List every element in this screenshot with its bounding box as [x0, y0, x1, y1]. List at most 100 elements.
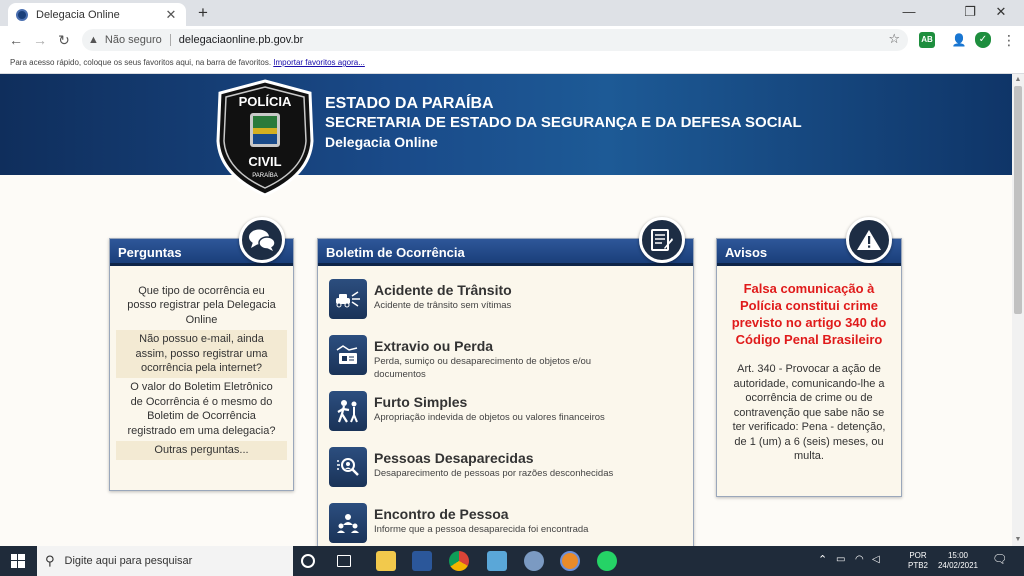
report-type-title[interactable]: Extravio ou Perda [374, 337, 624, 355]
question-item[interactable]: Que tipo de ocorrência eu posso registra… [116, 282, 287, 330]
report-type-desaparecidas[interactable]: Pessoas Desaparecidas Desaparecimento de… [329, 447, 693, 503]
perguntas-panel: Perguntas Que tipo de ocorrência eu poss… [109, 217, 294, 491]
scroll-thumb[interactable] [1014, 86, 1022, 314]
keyboard-layout: PTB2 [907, 561, 928, 570]
page-scrollbar[interactable]: ▲ ▼ [1012, 74, 1024, 546]
warning-icon[interactable]: ▲ [88, 34, 99, 46]
taskbar-search-placeholder[interactable]: Digite aqui para pesquisar [65, 555, 193, 567]
bookmarks-hint: Para acesso rápido, coloque os seus favo… [10, 58, 272, 67]
avisos-body: Falsa comunicação à Polícia constitui cr… [717, 266, 901, 464]
notifications-icon[interactable]: 🗨 [992, 553, 1007, 565]
badge-top-text: POLÍCIA [239, 94, 292, 109]
false-report-alert: Falsa comunicação à Polícia constitui cr… [731, 281, 887, 347]
close-tab-icon[interactable]: ✕ [164, 7, 178, 23]
article-340-text: Art. 340 - Provocar a ação de autoridade… [732, 363, 886, 462]
clock-time: 15:00 [947, 551, 969, 560]
tray-expand-icon[interactable]: ⌃ [818, 555, 827, 566]
clock-date: 24/02/2021 [937, 561, 979, 570]
warning-triangle-icon [846, 217, 892, 263]
report-type-description: Acidente de trânsito sem vítimas [374, 300, 512, 311]
network-icon[interactable]: ▭ [836, 555, 845, 565]
extension-ab-icon[interactable]: AB [919, 32, 935, 48]
language-indicator[interactable]: POR PTB2 [905, 551, 931, 571]
header-state: ESTADO DA PARAÍBA [325, 95, 494, 112]
start-button[interactable] [0, 546, 36, 576]
more-questions-link[interactable]: Outras perguntas... [116, 441, 287, 461]
menu-kebab-icon[interactable]: ⋮ [1000, 31, 1018, 49]
whatsapp-icon[interactable] [597, 551, 617, 571]
forward-button[interactable]: → [31, 31, 49, 49]
header-titles: ESTADO DA PARAÍBA SECRETARIA DE ESTADO D… [325, 94, 802, 152]
boletim-panel: Boletim de Ocorrência Acidente de Trânsi… [317, 217, 694, 546]
report-types-list: Acidente de Trânsito Acidente de trânsit… [318, 266, 693, 546]
missing-person-icon [329, 447, 367, 487]
browser-tab[interactable]: Delegacia Online ✕ [8, 3, 186, 26]
report-type-acidente[interactable]: Acidente de Trânsito Acidente de trânsit… [329, 279, 693, 335]
report-type-encontro[interactable]: Encontro de Pessoa Informe que a pessoa … [329, 503, 693, 546]
lost-documents-icon [329, 335, 367, 375]
windows-taskbar: ⚲ Digite aqui para pesquisar ⌃ ▭ ◠ ◁ POR… [0, 546, 1024, 576]
chrome-icon[interactable] [449, 551, 469, 571]
windows-logo-icon [11, 554, 25, 568]
badge-state-text: PARAÍBA [252, 172, 278, 179]
tab-strip: Delegacia Online ✕ + — ❐ ✕ [0, 0, 1024, 26]
policia-civil-badge-logo[interactable]: POLÍCIA CIVIL PARAÍBA [214, 79, 316, 197]
questions-list: Que tipo de ocorrência eu posso registra… [110, 266, 293, 461]
clock[interactable]: 15:00 24/02/2021 [934, 551, 982, 571]
profile-icon[interactable]: 👤 [951, 32, 967, 48]
browser-app-icon[interactable] [560, 551, 580, 571]
notes-app-icon[interactable] [487, 551, 507, 571]
browser-toolbar: ← → ↻ ▲ Não seguro delegaciaonline.pb.go… [0, 26, 1024, 54]
report-type-furto[interactable]: Furto Simples Apropriação indevida de ob… [329, 391, 693, 447]
language-code: POR [909, 551, 927, 560]
volume-icon[interactable]: ◁ [872, 555, 880, 565]
minimize-button[interactable]: — [886, 0, 932, 24]
shield-extension-icon[interactable]: ✓ [975, 32, 991, 48]
word-icon[interactable] [412, 551, 432, 571]
new-tab-button[interactable]: + [193, 3, 213, 23]
question-item[interactable]: Não possuo e-mail, ainda assim, posso re… [116, 330, 287, 379]
site-favicon-icon [16, 8, 28, 21]
paint-app-icon[interactable] [524, 551, 544, 571]
search-icon: ⚲ [45, 553, 55, 568]
report-type-description: Desaparecimento de pessoas por razões de… [374, 468, 614, 479]
bookmarks-bar: Para acesso rápido, coloque os seus favo… [0, 54, 1024, 74]
report-type-description: Informe que a pessoa desaparecida foi en… [374, 524, 589, 535]
boletim-title: Boletim de Ocorrência [318, 239, 693, 266]
header-portal-name: Delegacia Online [325, 134, 438, 150]
tab-title: Delegacia Online [36, 8, 120, 21]
car-crash-icon [329, 279, 367, 319]
chat-bubbles-icon [239, 217, 285, 263]
close-window-button[interactable]: ✕ [978, 0, 1024, 24]
report-type-extravio[interactable]: Extravio ou Perda Perda, sumiço ou desap… [329, 335, 693, 391]
back-button[interactable]: ← [7, 31, 25, 49]
report-type-title[interactable]: Pessoas Desaparecidas [374, 449, 624, 467]
header-banner: ESTADO DA PARAÍBA SECRETARIA DE ESTADO D… [0, 74, 1012, 175]
page-content: ESTADO DA PARAÍBA SECRETARIA DE ESTADO D… [0, 74, 1012, 546]
cortana-icon[interactable] [301, 554, 315, 568]
avisos-panel: Avisos Falsa comunicação à Polícia const… [716, 217, 902, 497]
report-type-title[interactable]: Furto Simples [374, 393, 624, 411]
badge-bottom-text: CIVIL [248, 154, 281, 169]
wifi-icon[interactable]: ◠ [855, 555, 864, 565]
reload-button[interactable]: ↻ [55, 31, 73, 49]
theft-icon [329, 391, 367, 431]
omnibox-divider [169, 34, 171, 46]
report-type-title[interactable]: Encontro de Pessoa [374, 505, 624, 523]
report-type-title[interactable]: Acidente de Trânsito [374, 281, 624, 299]
not-secure-label[interactable]: Não seguro [105, 34, 162, 46]
report-type-description: Apropriação indevida de objetos ou valor… [374, 412, 605, 423]
file-explorer-icon[interactable] [376, 551, 396, 571]
report-form-icon [639, 217, 685, 263]
scroll-up-arrow-icon[interactable]: ▲ [1012, 74, 1024, 86]
question-item[interactable]: O valor do Boletim Eletrônico de Ocorrên… [116, 378, 287, 441]
found-person-icon [329, 503, 367, 543]
import-bookmarks-link[interactable]: Importar favoritos agora... [273, 58, 365, 67]
scroll-down-arrow-icon[interactable]: ▼ [1012, 534, 1024, 546]
taskbar-search-box[interactable]: ⚲ Digite aqui para pesquisar [37, 546, 293, 576]
header-secretary: SECRETARIA DE ESTADO DA SEGURANÇA E DA D… [325, 114, 802, 131]
bookmark-star-icon[interactable]: ☆ [888, 31, 900, 47]
url-text[interactable]: delegaciaonline.pb.gov.br [179, 34, 304, 46]
task-view-icon[interactable] [337, 555, 351, 567]
address-bar[interactable]: ▲ Não seguro delegaciaonline.pb.gov.br ☆ [82, 29, 908, 51]
